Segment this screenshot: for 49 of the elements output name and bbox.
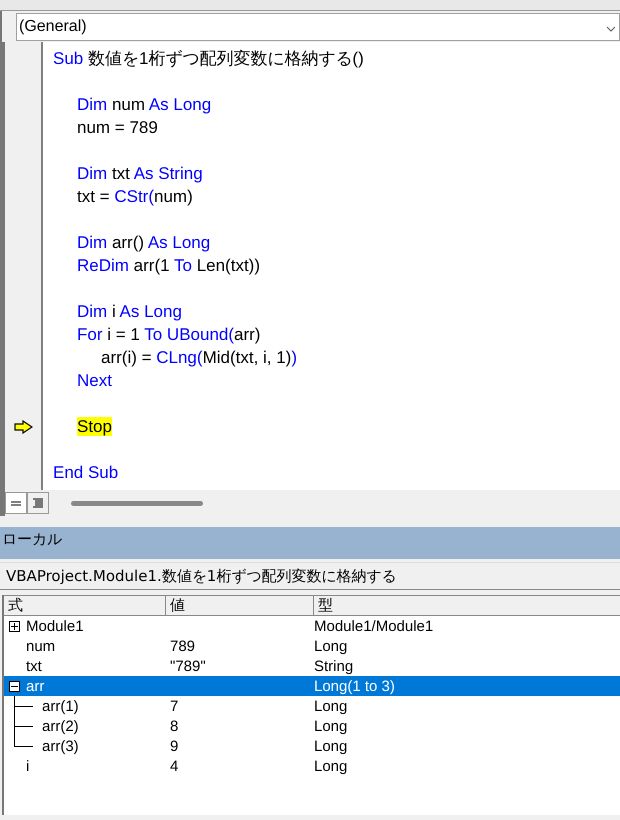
code-line: Dim txt As String [77, 164, 203, 183]
code-line: txt = CStr(num) [77, 187, 193, 206]
expression-cell: i [26, 758, 30, 774]
code-line: ReDim arr(1 To Len(txt)) [77, 256, 260, 275]
expression-cell: Module1 [26, 618, 84, 634]
code-line: Dim i As Long [77, 302, 182, 321]
code-line: For i = 1 To UBound(arr) [77, 325, 260, 344]
code-editor[interactable] [43, 42, 620, 490]
expand-icon[interactable] [9, 620, 20, 632]
type-cell: Module1/Module1 [314, 618, 434, 634]
type-cell: Long [314, 718, 348, 734]
lines-icon [11, 500, 21, 506]
code-line: Sub 数値を1桁ずつ配列変数に格納する() [53, 49, 364, 68]
column-header[interactable]: 型 [314, 596, 620, 615]
full-module-view-button[interactable] [27, 492, 49, 514]
expression-cell: num [26, 638, 56, 654]
column-header[interactable]: 式 [4, 596, 166, 615]
expression-cell: txt [26, 658, 42, 674]
code-line: arr(i) = CLng(Mid(txt, i, 1)) [101, 348, 298, 367]
context-field: VBAProject.Module1.数値を1桁ずつ配列変数に格納する [0, 562, 620, 590]
value-cell: 789 [170, 638, 196, 654]
code-line: Dim arr() As Long [77, 233, 210, 252]
expression-cell: arr(3) [42, 738, 79, 754]
selected-row[interactable]: arr Long(1 to 3) [4, 676, 620, 696]
type-cell: Long(1 to 3) [314, 678, 395, 694]
value-cell: 9 [170, 738, 178, 754]
collapse-icon[interactable] [9, 680, 20, 692]
type-cell: Long [314, 698, 348, 714]
procedure-view-button[interactable] [5, 492, 27, 514]
panel-title: ローカル [2, 530, 62, 548]
type-cell: Long [314, 738, 348, 754]
value-cell: 4 [170, 758, 178, 774]
expression-cell: arr [26, 678, 44, 694]
code-line: End Sub [53, 463, 118, 482]
tree-line [14, 696, 33, 716]
expression-cell: arr(2) [42, 718, 79, 734]
value-cell: "789" [170, 658, 206, 674]
type-cell: String [314, 658, 354, 674]
value-cell: 8 [170, 718, 178, 734]
object-dropdown[interactable]: (General) [16, 13, 620, 41]
type-cell: Long [314, 758, 348, 774]
code-line: num = 789 [77, 118, 158, 137]
column-header[interactable]: 値 [166, 596, 314, 615]
code-line: Next [77, 371, 112, 390]
expression-cell: arr(1) [42, 698, 79, 714]
lines-icon [33, 498, 43, 508]
value-cell: 7 [170, 698, 178, 714]
code-line: Dim num As Long [77, 95, 212, 114]
type-cell: Long [314, 638, 348, 654]
